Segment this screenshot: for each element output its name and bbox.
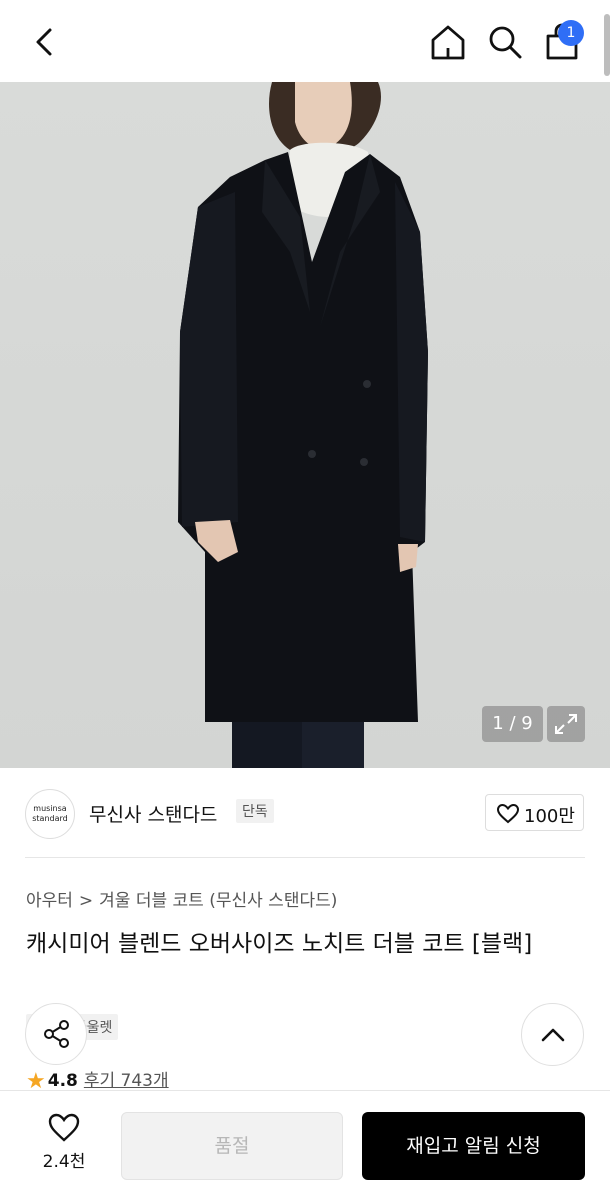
image-counter: 1 / 9 [482,706,543,742]
product-photo [178,82,428,768]
brand-like-count: 100만 [524,806,575,827]
product-title: 캐시미어 블렌드 오버사이즈 노치트 더블 코트 [블랙] [26,931,533,957]
top-bar: 1 [0,0,610,82]
brand-like-button[interactable]: 100만 [485,794,584,831]
share-icon [44,1020,69,1048]
review-link[interactable]: 후기 743개 [84,1071,169,1091]
brand-row: musinsa standard 무신사 스탠다드 단독 100만 [0,768,610,858]
heart-icon [48,1113,80,1142]
share-button[interactable] [25,1003,87,1065]
divider [25,857,585,858]
restock-alert-button[interactable]: 재입고 알림 신청 [362,1112,585,1180]
home-icon[interactable] [429,22,467,62]
product-image[interactable] [0,82,610,768]
brand-logo[interactable]: musinsa standard [25,789,75,839]
scrollbar[interactable] [604,14,610,76]
cart-badge: 1 [558,20,584,46]
brand-logo-text-1: musinsa [33,804,67,813]
heart-icon [497,804,519,824]
chevron-up-icon [541,1028,565,1042]
breadcrumb-category[interactable]: 아우터 [26,891,73,911]
search-icon[interactable] [486,22,524,62]
breadcrumb: 아우터 > 겨울 더블 코트 (무신사 스탠다드) [26,886,337,911]
scroll-top-button[interactable] [521,1003,584,1066]
rating-score: 4.8 [47,1071,78,1091]
brand-name[interactable]: 무신사 스탠다드 [89,800,217,827]
back-icon[interactable] [30,24,62,60]
brand-exclusive-badge: 단독 [236,799,274,823]
breadcrumb-separator: > [78,891,94,911]
soldout-button: 품절 [121,1112,343,1180]
expand-button[interactable] [547,706,585,742]
expand-icon [555,714,577,734]
breadcrumb-subcategory[interactable]: 겨울 더블 코트 (무신사 스탠다드) [99,891,337,911]
bottom-action-bar: 2.4천 품절 재입고 알림 신청 [0,1090,610,1201]
wishlist-count: 2.4천 [42,1152,86,1172]
wishlist-button[interactable]: 2.4천 [36,1113,92,1183]
brand-logo-text-2: standard [32,814,68,823]
